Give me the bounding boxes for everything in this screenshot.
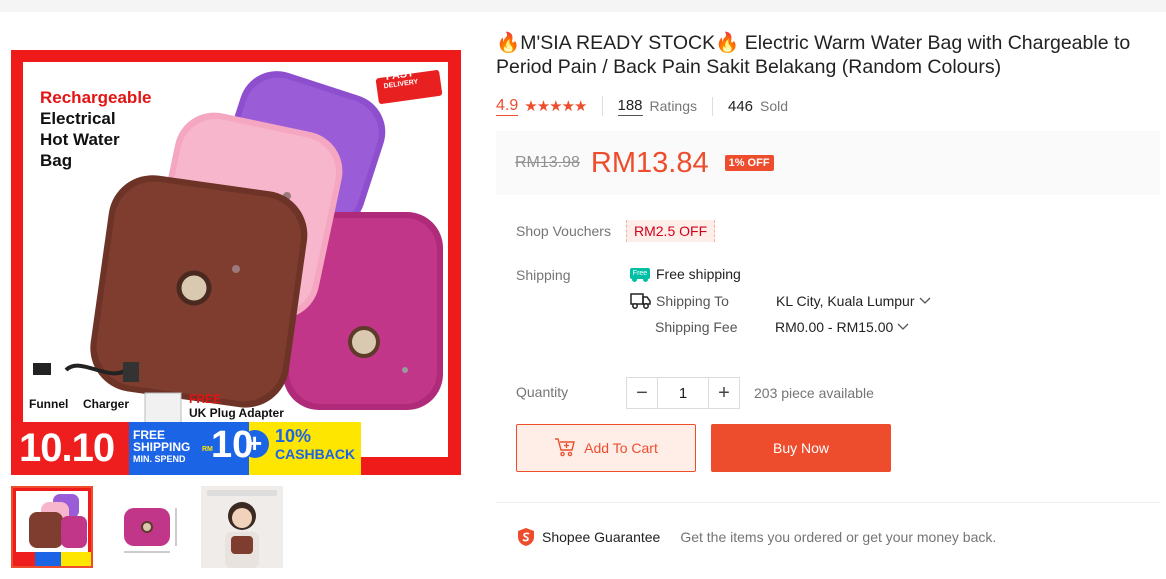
shipping-fee-row: Shipping Fee RM0.00 - RM15.00 xyxy=(655,319,909,335)
wheel-icon xyxy=(643,277,648,282)
banner-line: Hot Water xyxy=(40,130,120,149)
sold-stat: 446 Sold xyxy=(712,96,803,116)
cashback-percent: 10% xyxy=(275,426,312,446)
sold-count: 446 xyxy=(728,97,754,115)
original-price: RM13.98 xyxy=(515,154,580,171)
discount-badge: 1% OFF xyxy=(724,155,774,171)
plus-sign: + xyxy=(247,428,263,458)
shipping-label: Shipping xyxy=(516,267,571,283)
top-strip xyxy=(0,0,1166,12)
fire-icon: 🔥 xyxy=(496,32,521,54)
quantity-stepper: − + 203 piece available xyxy=(626,377,874,409)
shipping-to-row: Shipping To KL City, Kuala Lumpur xyxy=(630,292,931,310)
cart-icon xyxy=(555,438,576,457)
price-box: RM13.98 RM13.84 1% OFF xyxy=(496,131,1160,195)
shipping-fee-value: RM0.00 - RM15.00 xyxy=(775,319,894,335)
free-shipping-text: Free shipping xyxy=(656,266,741,282)
main-product-image[interactable]: Rechargeable Electrical Hot Water Bag FA… xyxy=(11,50,461,475)
increase-quantity-button[interactable]: + xyxy=(708,377,740,409)
cashback-block: 10% CASHBACK xyxy=(275,427,355,463)
add-to-cart-button[interactable]: Add To Cart xyxy=(516,424,696,472)
truck-icon xyxy=(630,293,651,309)
thumbnail-3[interactable] xyxy=(201,486,283,568)
free-shipping-block: FREE SHIPPING MIN. SPEND xyxy=(133,429,190,465)
free-shipping-icon: Free xyxy=(626,266,650,282)
title-prefix: M'SIA READY STOCK xyxy=(520,32,716,54)
chevron-down-icon xyxy=(897,323,909,330)
rating-stat[interactable]: 4.9 ★★★★★ xyxy=(496,96,602,116)
shopee-guarantee[interactable]: Shopee Guarantee Get the items you order… xyxy=(516,527,996,547)
decrease-quantity-button[interactable]: − xyxy=(626,377,658,409)
guarantee-title: Shopee Guarantee xyxy=(542,529,661,545)
banner-line: Rechargeable xyxy=(40,88,152,107)
free-shipping-row: Free Free shipping xyxy=(626,266,741,282)
fire-icon: 🔥 xyxy=(715,32,740,54)
funnel-label: Funnel xyxy=(29,397,69,411)
section-divider xyxy=(496,502,1160,503)
thumbnail-strip xyxy=(11,486,283,568)
thumbnail-2[interactable] xyxy=(106,486,188,568)
shipping-to-label: Shipping To xyxy=(656,293,729,309)
shipping-to-value: KL City, Kuala Lumpur xyxy=(776,293,915,309)
buy-now-button[interactable]: Buy Now xyxy=(711,424,891,472)
thumbnail-1[interactable] xyxy=(11,486,93,568)
free-shipping-text: SHIPPING xyxy=(133,440,191,454)
ratings-count: 188 xyxy=(617,97,643,116)
star-rating-icon: ★★★★★ xyxy=(524,98,587,115)
ratings-stat[interactable]: 188 Ratings xyxy=(601,96,713,116)
charger-label: Charger xyxy=(83,397,130,411)
sale-date: 10.10 xyxy=(19,426,115,470)
stock-available: 203 piece available xyxy=(754,385,874,401)
ratings-label: Ratings xyxy=(649,98,697,114)
current-price: RM13.84 xyxy=(590,146,709,179)
rating-value: 4.9 xyxy=(496,97,519,116)
uk-plug-label: UK Plug Adapter xyxy=(189,406,284,420)
shipping-fee-label: Shipping Fee xyxy=(655,319,738,335)
voucher-chip[interactable]: RM2.5 OFF xyxy=(626,220,716,242)
min-spend-text: MIN. SPEND xyxy=(133,454,186,464)
banner-line: Bag xyxy=(40,151,73,170)
chevron-down-icon xyxy=(919,297,930,304)
add-to-cart-label: Add To Cart xyxy=(584,440,658,456)
product-stats: 4.9 ★★★★★ 188 Ratings 446 Sold xyxy=(496,94,803,118)
guarantee-text: Get the items you ordered or get your mo… xyxy=(680,529,997,545)
vouchers-label: Shop Vouchers xyxy=(516,223,611,239)
banner-headline: Rechargeable Electrical Hot Water Bag xyxy=(40,87,152,171)
quantity-input[interactable] xyxy=(658,377,708,409)
wheel-icon xyxy=(632,277,637,282)
shipping-to-dropdown[interactable]: KL City, Kuala Lumpur xyxy=(776,293,931,309)
banner-line: Electrical xyxy=(40,109,116,128)
product-title: 🔥M'SIA READY STOCK🔥 Electric Warm Water … xyxy=(496,31,1156,79)
shield-icon xyxy=(518,528,534,546)
free-label: FREE xyxy=(189,392,222,406)
sold-label: Sold xyxy=(760,98,789,114)
shipping-fee-dropdown[interactable]: RM0.00 - RM15.00 xyxy=(775,319,909,335)
cashback-text: CASHBACK xyxy=(275,446,356,462)
quantity-label: Quantity xyxy=(516,384,569,400)
